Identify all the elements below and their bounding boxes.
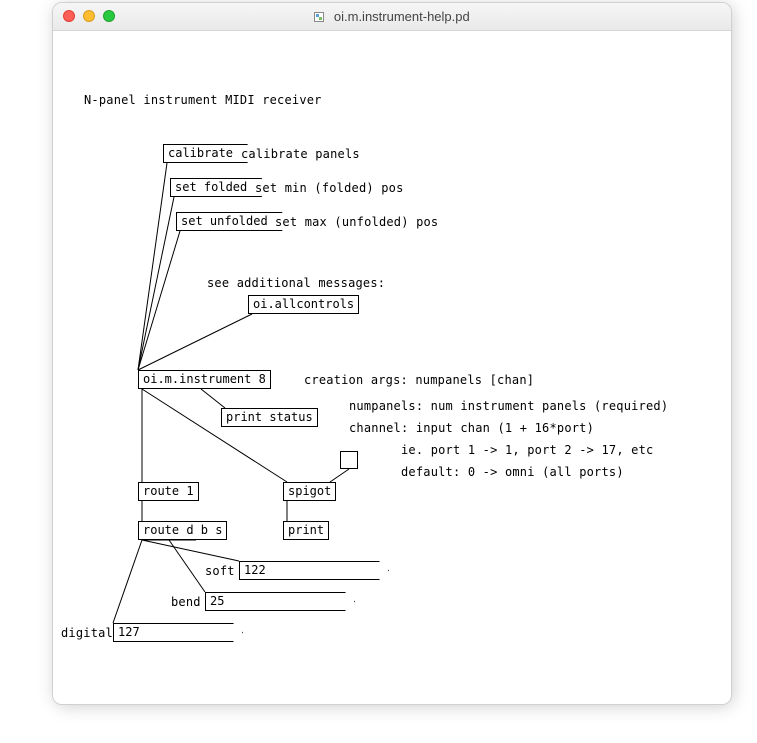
pd-file-icon	[314, 10, 324, 20]
desc-set-folded: set min (folded) pos	[255, 181, 404, 195]
patch-window: oi.m.instrument-help.pd	[52, 2, 732, 705]
obj-route-1-text: route 1	[143, 484, 194, 498]
obj-route-dbs-text: route d b s	[143, 523, 222, 537]
titlebar[interactable]: oi.m.instrument-help.pd	[53, 3, 731, 31]
number-soft[interactable]: 122	[239, 561, 389, 580]
obj-spigot[interactable]: spigot	[283, 482, 336, 501]
patch-wires-layer	[53, 31, 732, 705]
msg-set-unfolded-text: set unfolded	[181, 214, 268, 228]
number-bend-value: 25	[210, 594, 224, 608]
close-icon[interactable]	[63, 10, 75, 22]
obj-allcontrols-text: oi.allcontrols	[253, 297, 354, 311]
obj-allcontrols[interactable]: oi.allcontrols	[248, 295, 359, 314]
obj-instrument-text: oi.m.instrument 8	[143, 372, 266, 386]
window-title-text: oi.m.instrument-help.pd	[334, 9, 470, 24]
msg-calibrate[interactable]: calibrate	[163, 144, 248, 163]
msg-set-unfolded[interactable]: set unfolded	[176, 212, 283, 231]
msg-set-folded-text: set folded	[175, 180, 247, 194]
desc-calibrate: calibrate panels	[241, 147, 360, 161]
label-ie: ie. port 1 -> 1, port 2 -> 17, etc	[401, 443, 653, 457]
obj-print-text: print	[288, 523, 324, 537]
label-bend: bend	[171, 595, 201, 609]
obj-spigot-text: spigot	[288, 484, 331, 498]
obj-route-dbs[interactable]: route d b s	[138, 521, 227, 540]
label-numpanels: numpanels: num instrument panels (requir…	[349, 399, 668, 413]
label-default: default: 0 -> omni (all ports)	[401, 465, 624, 479]
desc-set-unfolded: set max (unfolded) pos	[275, 215, 438, 229]
zoom-icon[interactable]	[103, 10, 115, 22]
obj-route-1[interactable]: route 1	[138, 482, 199, 501]
obj-print-status[interactable]: print status	[221, 408, 318, 427]
obj-instrument[interactable]: oi.m.instrument 8	[138, 370, 271, 389]
header-comment: N-panel instrument MIDI receiver	[84, 93, 322, 107]
label-soft: soft	[205, 564, 235, 578]
obj-print[interactable]: print	[283, 521, 329, 540]
patch-canvas[interactable]: N-panel instrument MIDI receiver calibra…	[53, 31, 731, 704]
label-creation-args: creation args: numpanels [chan]	[304, 373, 534, 387]
toggle-spigot[interactable]	[340, 451, 358, 469]
number-digital-value: 127	[118, 625, 140, 639]
window-title: oi.m.instrument-help.pd	[53, 9, 731, 24]
number-soft-value: 122	[244, 563, 266, 577]
obj-print-status-text: print status	[226, 410, 313, 424]
label-digital: digital	[61, 626, 113, 640]
number-digital[interactable]: 127	[113, 623, 243, 642]
msg-calibrate-text: calibrate	[168, 146, 233, 160]
label-channel: channel: input chan (1 + 16*port)	[349, 421, 594, 435]
number-bend[interactable]: 25	[205, 592, 355, 611]
label-see-additional: see additional messages:	[207, 276, 385, 290]
msg-set-folded[interactable]: set folded	[170, 178, 262, 197]
minimize-icon[interactable]	[83, 10, 95, 22]
